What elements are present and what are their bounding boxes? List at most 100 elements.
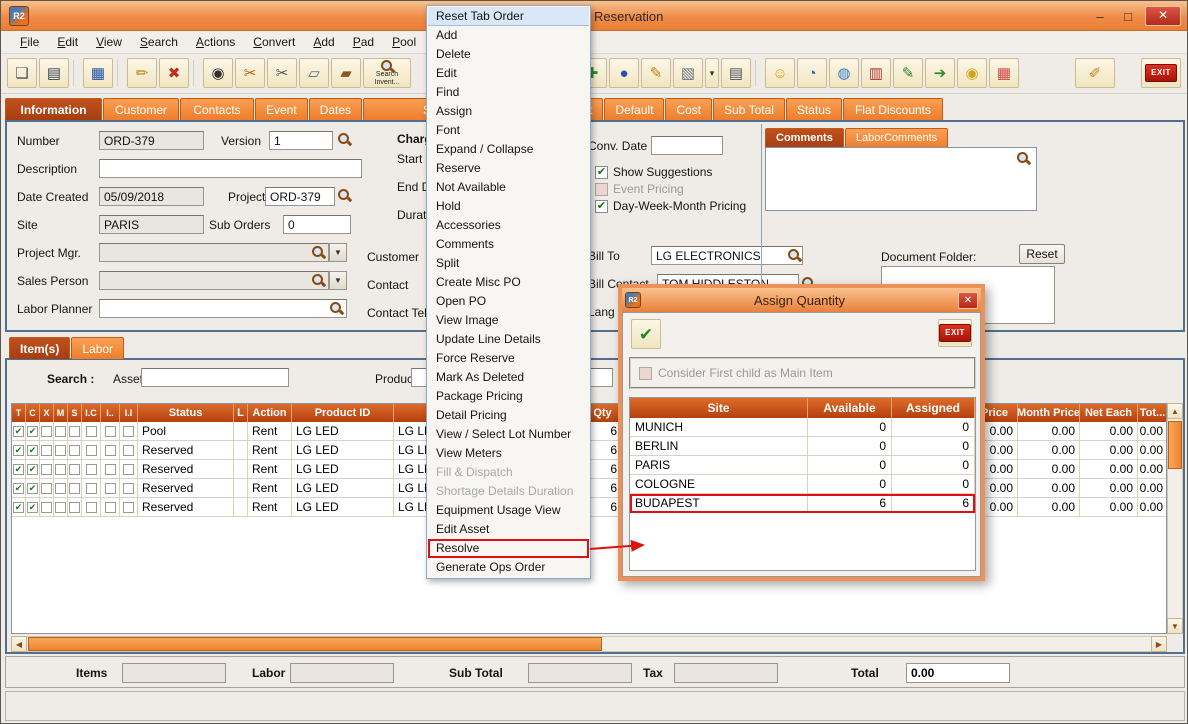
column-header-x[interactable]: X — [40, 404, 54, 422]
comments-search-button[interactable] — [1016, 151, 1032, 167]
column-header-net-each[interactable]: Net Each — [1080, 404, 1138, 422]
menu-item-split[interactable]: Split — [428, 254, 589, 273]
row-checkbox[interactable] — [69, 502, 80, 513]
cards-button[interactable]: ▧ — [673, 58, 703, 88]
row-checkbox[interactable] — [86, 445, 97, 456]
project-mgr-field[interactable] — [99, 243, 329, 262]
row-checkbox[interactable] — [55, 464, 66, 475]
project-mgr-dropdown-button[interactable]: ▼ — [329, 243, 347, 262]
row-checkbox[interactable] — [123, 464, 134, 475]
sales-person-field[interactable] — [99, 271, 329, 290]
menu-item-delete[interactable]: Delete — [428, 45, 589, 64]
edit-pencil-button[interactable]: ✏ — [127, 58, 157, 88]
menu-item-edit-asset[interactable]: Edit Asset — [428, 520, 589, 539]
go-arrow-button[interactable]: ➔ — [925, 58, 955, 88]
row-checkbox[interactable] — [69, 445, 80, 456]
project-field[interactable]: ORD-379 — [265, 187, 335, 206]
cut-sheet-button[interactable]: ✂ — [235, 58, 265, 88]
row-checkbox[interactable] — [86, 483, 97, 494]
bill-to-search-button[interactable] — [787, 248, 803, 264]
row-checkbox[interactable] — [55, 483, 66, 494]
tab-item-s[interactable]: Item(s) — [9, 337, 70, 359]
menu-item-assign[interactable]: Assign — [428, 102, 589, 121]
menu-item-view-meters[interactable]: View Meters — [428, 444, 589, 463]
copy-button[interactable]: ▱ — [299, 58, 329, 88]
asset-search-input[interactable] — [141, 368, 289, 387]
cut-button[interactable]: ✂ — [267, 58, 297, 88]
site-row-munich[interactable]: MUNICH00 — [630, 418, 975, 437]
menu-pool[interactable]: Pool — [383, 32, 425, 52]
row-checkbox[interactable] — [69, 426, 80, 437]
column-header-c[interactable]: C — [26, 404, 40, 422]
row-checkbox[interactable] — [123, 502, 134, 513]
sales-person-dropdown-button[interactable]: ▼ — [329, 271, 347, 290]
row-checkbox[interactable] — [41, 502, 52, 513]
tab-event[interactable]: Event — [255, 98, 308, 120]
print-labels-button[interactable]: ▤ — [721, 58, 751, 88]
column-header-s[interactable]: S — [68, 404, 82, 422]
maximize-button[interactable]: □ — [1117, 7, 1139, 26]
column-header-i-i[interactable]: I.I — [120, 404, 138, 422]
project-mgr-search-button[interactable] — [311, 245, 327, 261]
menu-item-comments[interactable]: Comments — [428, 235, 589, 254]
row-checkbox[interactable] — [123, 445, 134, 456]
menu-item-hold[interactable]: Hold — [428, 197, 589, 216]
dialog-close-button[interactable]: ✕ — [958, 292, 978, 309]
clock-button[interactable]: ◔ — [797, 58, 827, 88]
dialog-ok-button[interactable]: ✔ — [631, 319, 661, 349]
row-checkbox[interactable] — [86, 464, 97, 475]
menu-file[interactable]: File — [11, 32, 48, 52]
conv-date-field[interactable] — [651, 136, 723, 155]
menu-actions[interactable]: Actions — [187, 32, 244, 52]
sub-orders-field[interactable]: 0 — [283, 215, 351, 234]
row-checkbox[interactable] — [69, 464, 80, 475]
horizontal-scroll-thumb[interactable] — [28, 637, 602, 651]
row-checkbox[interactable]: ✔ — [27, 502, 38, 513]
reset-button[interactable]: Reset — [1019, 244, 1065, 264]
smiley-button[interactable]: ☺ — [765, 58, 795, 88]
print-button[interactable]: ▤ — [39, 58, 69, 88]
bill-to-field[interactable]: LG ELECTRONICS — [651, 246, 803, 265]
menu-search[interactable]: Search — [131, 32, 187, 52]
column-header-action[interactable]: Action — [248, 404, 292, 422]
site-row-budapest[interactable]: BUDAPEST66 — [630, 494, 975, 513]
site-row-paris[interactable]: PARIS00 — [630, 456, 975, 475]
tab-dates[interactable]: Dates — [309, 98, 362, 120]
tab-information[interactable]: Information — [5, 98, 102, 120]
row-checkbox[interactable]: ✔ — [27, 445, 38, 456]
column-header-site[interactable]: Site — [630, 398, 808, 418]
row-checkbox[interactable]: ✔ — [27, 464, 38, 475]
row-checkbox[interactable] — [105, 426, 116, 437]
menu-item-mark-as-deleted[interactable]: Mark As Deleted — [428, 368, 589, 387]
save-button[interactable]: ▦ — [83, 58, 113, 88]
row-checkbox[interactable] — [105, 464, 116, 475]
tab-cost[interactable]: Cost — [665, 98, 712, 120]
menu-item-find[interactable]: Find — [428, 83, 589, 102]
vertical-scroll-thumb[interactable] — [1168, 421, 1182, 469]
column-header-l[interactable]: L — [234, 404, 248, 422]
menu-item-view-select-lot-number[interactable]: View / Select Lot Number — [428, 425, 589, 444]
menu-item-update-line-details[interactable]: Update Line Details — [428, 330, 589, 349]
row-checkbox[interactable]: ✔ — [13, 502, 24, 513]
column-header-status[interactable]: Status — [138, 404, 234, 422]
version-search-button[interactable] — [337, 132, 353, 148]
menu-item-generate-ops-order[interactable]: Generate Ops Order — [428, 558, 589, 577]
row-checkbox[interactable]: ✔ — [27, 426, 38, 437]
edit-note-button[interactable]: ✎ — [641, 58, 671, 88]
row-checkbox[interactable] — [41, 483, 52, 494]
menu-item-resolve[interactable]: Resolve — [428, 539, 589, 558]
row-checkbox[interactable]: ✔ — [13, 464, 24, 475]
vertical-scrollbar[interactable]: ▲ ▼ — [1167, 403, 1183, 634]
dialog-exit-button[interactable]: EXIT — [938, 319, 972, 347]
new-document-button[interactable]: ❏ — [7, 58, 37, 88]
project-search-button[interactable] — [337, 188, 353, 204]
row-checkbox[interactable]: ✔ — [13, 426, 24, 437]
close-button[interactable]: ✕ — [1145, 6, 1181, 26]
column-header-tot[interactable]: Tot... — [1138, 404, 1167, 422]
delete-button[interactable]: ✖ — [159, 58, 189, 88]
scroll-up-button[interactable]: ▲ — [1167, 403, 1183, 419]
site-row-berlin[interactable]: BERLIN00 — [630, 437, 975, 456]
tab-laborcomments[interactable]: LaborComments — [845, 128, 948, 148]
menu-item-create-misc-po[interactable]: Create Misc PO — [428, 273, 589, 292]
column-header-month-price[interactable]: Month Price — [1018, 404, 1080, 422]
